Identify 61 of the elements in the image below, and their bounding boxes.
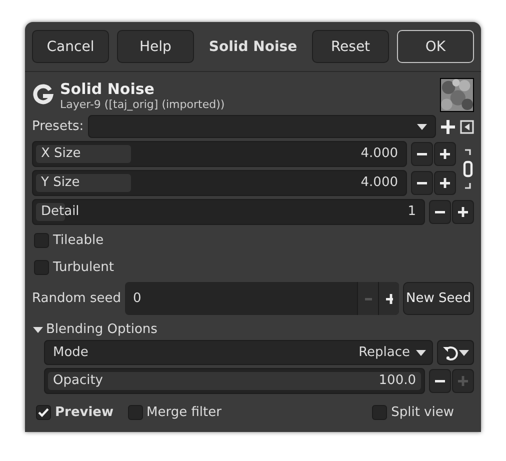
seed-field[interactable]: 0 bbox=[124, 282, 399, 315]
decrease-button[interactable] bbox=[429, 369, 451, 393]
plus-icon bbox=[385, 292, 393, 304]
mode-label: Mode bbox=[53, 345, 88, 360]
slider-value: 4.000 bbox=[360, 146, 398, 161]
plus-icon bbox=[439, 148, 451, 160]
checkbox[interactable] bbox=[372, 404, 388, 420]
increase-button[interactable] bbox=[452, 200, 474, 224]
mode-value: Replace bbox=[358, 345, 410, 360]
caret-icon bbox=[417, 124, 427, 130]
slider-field[interactable]: Y Size 4.000 bbox=[32, 170, 407, 196]
plus-icon bbox=[457, 375, 469, 387]
rotate-icon bbox=[442, 344, 458, 360]
dialog-button[interactable]: Cancel bbox=[32, 30, 109, 63]
decrease-button[interactable] bbox=[411, 171, 433, 195]
increase-button[interactable] bbox=[434, 171, 456, 195]
slider-field[interactable]: Opacity 100.0 bbox=[44, 368, 425, 394]
plus-icon bbox=[439, 177, 451, 189]
dialog-title: Solid Noise bbox=[208, 38, 298, 54]
seed-input[interactable]: 0 bbox=[124, 282, 357, 315]
seed-label: Random seed bbox=[32, 291, 121, 306]
add-icon[interactable] bbox=[440, 118, 456, 134]
presets-label: Presets: bbox=[32, 119, 84, 134]
increase-button[interactable] bbox=[378, 282, 399, 315]
blending-expander[interactable]: Blending Options bbox=[32, 318, 474, 337]
checkbox[interactable] bbox=[36, 404, 51, 420]
caret-icon bbox=[416, 350, 426, 356]
check-icon bbox=[38, 408, 49, 416]
checkbox-label: Split view bbox=[391, 404, 454, 420]
layer-name: Layer-9 ([taj_orig] (imported)) bbox=[60, 98, 226, 110]
checkbox[interactable] bbox=[128, 404, 143, 420]
slider-field[interactable]: Detail 1 bbox=[32, 199, 425, 225]
caret-icon bbox=[459, 350, 469, 356]
checkbox[interactable] bbox=[34, 260, 49, 274]
plus-icon bbox=[457, 206, 469, 218]
dialog-button[interactable]: OK bbox=[397, 30, 474, 63]
checkbox-label: Preview bbox=[55, 404, 114, 420]
decrease-button[interactable] bbox=[429, 200, 451, 224]
composite-dropdown[interactable] bbox=[437, 340, 474, 365]
slider-field[interactable]: X Size 4.000 bbox=[32, 141, 407, 167]
new-seed-button[interactable]: New Seed bbox=[403, 282, 474, 315]
expander-icon bbox=[32, 324, 44, 334]
slider-label: Opacity bbox=[53, 373, 104, 388]
checkbox-label: Tileable bbox=[53, 232, 104, 248]
slider-value: 1 bbox=[408, 204, 416, 219]
slider-label: Detail bbox=[41, 204, 80, 219]
dialog-button[interactable]: Help bbox=[117, 30, 194, 63]
slider-label: Y Size bbox=[41, 175, 80, 190]
decrease-button[interactable] bbox=[411, 142, 433, 166]
gimp-logo-icon bbox=[32, 84, 54, 106]
slider-value: 100.0 bbox=[378, 373, 416, 388]
filter-title: Solid Noise bbox=[60, 80, 156, 98]
increase-button[interactable] bbox=[434, 142, 456, 166]
dialog-button[interactable]: Reset bbox=[312, 30, 389, 63]
slider-label: X Size bbox=[41, 146, 81, 161]
mode-dropdown[interactable]: Mode Replace bbox=[44, 340, 433, 365]
menu-icon[interactable] bbox=[460, 120, 474, 134]
checkbox[interactable] bbox=[34, 232, 49, 248]
checkbox-label: Turbulent bbox=[53, 260, 114, 274]
slider-value: 4.000 bbox=[360, 175, 398, 190]
checkbox-label: Merge filter bbox=[146, 404, 222, 420]
